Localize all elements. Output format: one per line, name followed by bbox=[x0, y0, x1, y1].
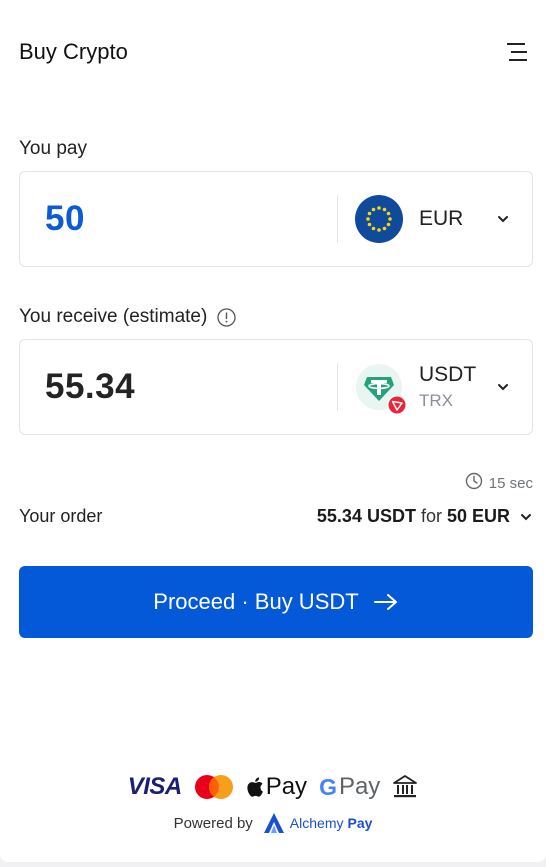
chevron-down-icon bbox=[496, 380, 510, 394]
fiat-currency-select[interactable]: EUR bbox=[338, 172, 532, 266]
buy-crypto-widget: Buy Crypto You pay 50 EUR You receive (e… bbox=[0, 0, 546, 862]
alchemy-pay-logo[interactable]: Alchemy Pay bbox=[262, 812, 373, 834]
alchemy-brand-name: Alchemy bbox=[289, 815, 344, 831]
pay-amount-input[interactable]: 50 bbox=[20, 199, 337, 239]
timer-text: 15 sec bbox=[488, 474, 533, 492]
order-label: Your order bbox=[19, 506, 103, 526]
quote-timer: 15 sec bbox=[465, 472, 533, 494]
apple-icon bbox=[246, 776, 264, 798]
you-receive-label-row: You receive (estimate) bbox=[19, 306, 236, 328]
pay-field: 50 EUR bbox=[19, 171, 533, 267]
visa-logo: VISA bbox=[127, 773, 183, 800]
crypto-network: TRX bbox=[419, 391, 453, 410]
fiat-currency-code: EUR bbox=[419, 207, 464, 230]
clock-icon bbox=[465, 472, 483, 494]
you-receive-label: You receive (estimate) bbox=[19, 306, 208, 327]
apple-pay-text: Pay bbox=[265, 773, 308, 800]
order-row: Your order 55.34 USDT for 50 EUR bbox=[19, 506, 533, 527]
eu-flag-icon bbox=[355, 195, 403, 243]
arrow-right-icon bbox=[373, 592, 399, 612]
info-icon[interactable] bbox=[217, 307, 236, 327]
chevron-down-icon bbox=[496, 212, 510, 226]
apple-pay-logo: Pay bbox=[246, 773, 307, 801]
alchemy-logo-icon bbox=[262, 812, 286, 834]
powered-by: Powered by Alchemy Pay bbox=[0, 812, 546, 834]
crypto-currency-code: USDT bbox=[419, 363, 477, 386]
google-g: G bbox=[319, 773, 337, 800]
proceed-button[interactable]: Proceed · Buy USDT bbox=[19, 566, 533, 638]
payment-methods: VISA Pay G Pay bbox=[0, 770, 546, 804]
chevron-down-icon bbox=[519, 510, 533, 524]
mastercard-icon bbox=[194, 774, 234, 800]
google-pay-logo: G Pay bbox=[319, 773, 380, 801]
bank-icon bbox=[392, 774, 418, 800]
receive-amount: 55.34 bbox=[45, 367, 136, 406]
tron-icon bbox=[387, 395, 407, 415]
powered-by-label: Powered by bbox=[173, 814, 253, 832]
order-for-word: for bbox=[420, 506, 442, 526]
header: Buy Crypto bbox=[19, 36, 530, 68]
proceed-label: Proceed · Buy USDT bbox=[153, 589, 359, 614]
alchemy-brand-suffix: Pay bbox=[347, 815, 373, 831]
you-pay-label: You pay bbox=[19, 138, 87, 159]
order-fiat-amount: 50 EUR bbox=[446, 506, 510, 526]
google-pay-text: Pay bbox=[338, 773, 381, 800]
crypto-currency-select[interactable]: USDT TRX bbox=[338, 340, 532, 434]
page-title: Buy Crypto bbox=[19, 39, 128, 64]
order-summary-toggle[interactable]: 55.34 USDT for 50 EUR bbox=[317, 506, 533, 527]
receive-field: 55.34 USDT TRX bbox=[19, 339, 533, 435]
tether-icon bbox=[355, 363, 407, 415]
order-crypto-amount: 55.34 USDT bbox=[316, 506, 416, 526]
menu-icon[interactable] bbox=[506, 40, 530, 64]
